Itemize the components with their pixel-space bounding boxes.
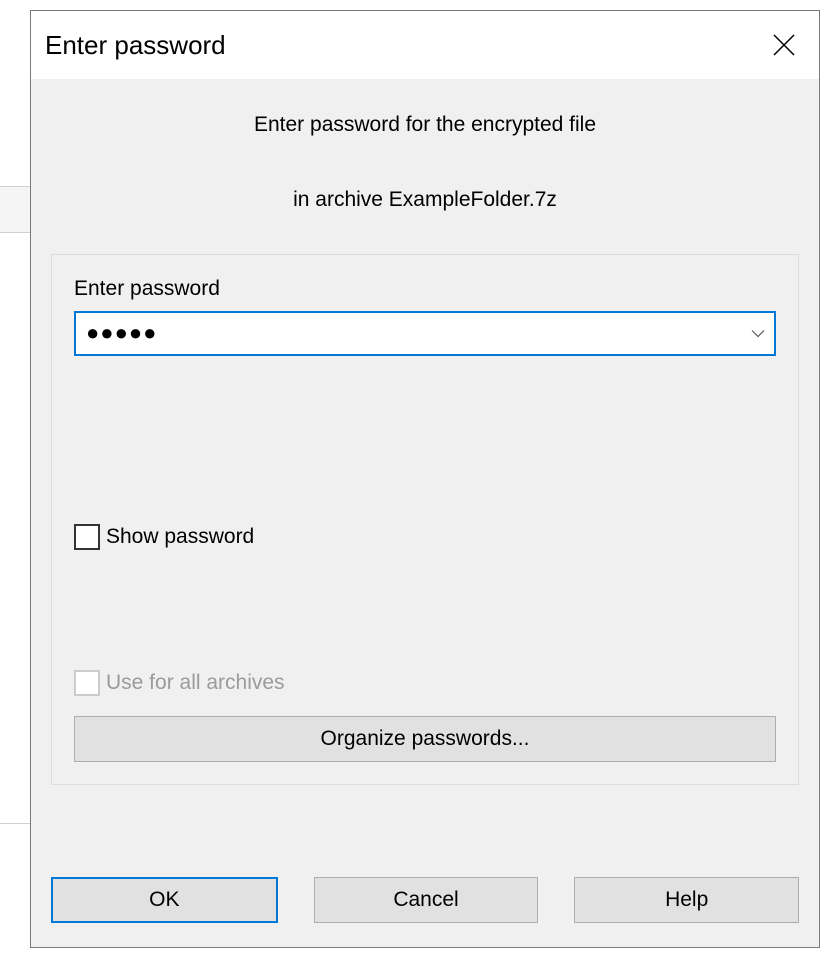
checkbox-icon (74, 524, 100, 550)
prompt-line-1: Enter password for the encrypted file (51, 111, 799, 138)
password-group: Enter password Show password Use for all… (51, 254, 799, 785)
close-button[interactable] (749, 11, 819, 79)
checkbox-icon (74, 670, 100, 696)
use-for-all-checkbox: Use for all archives (74, 670, 776, 696)
password-combo (74, 311, 776, 356)
dialog-content: Enter password for the encrypted file in… (31, 79, 819, 853)
help-button[interactable]: Help (574, 877, 799, 923)
cancel-button[interactable]: Cancel (314, 877, 539, 923)
show-password-checkbox[interactable]: Show password (74, 524, 776, 550)
background-divider (0, 823, 30, 824)
dialog-buttons: OK Cancel Help (31, 853, 819, 947)
organize-passwords-button[interactable]: Organize passwords... (74, 716, 776, 762)
prompt-line-2: in archive ExampleFolder.7z (51, 186, 799, 213)
close-icon (773, 34, 795, 56)
dialog-title: Enter password (45, 30, 226, 61)
password-input[interactable] (74, 311, 776, 356)
ok-button[interactable]: OK (51, 877, 278, 923)
background-strip (0, 233, 30, 823)
password-label: Enter password (74, 277, 776, 301)
password-dialog: Enter password Enter password for the en… (30, 10, 820, 948)
titlebar: Enter password (31, 11, 819, 79)
background-strip (0, 187, 30, 232)
use-for-all-label: Use for all archives (106, 671, 285, 695)
show-password-label: Show password (106, 525, 254, 549)
